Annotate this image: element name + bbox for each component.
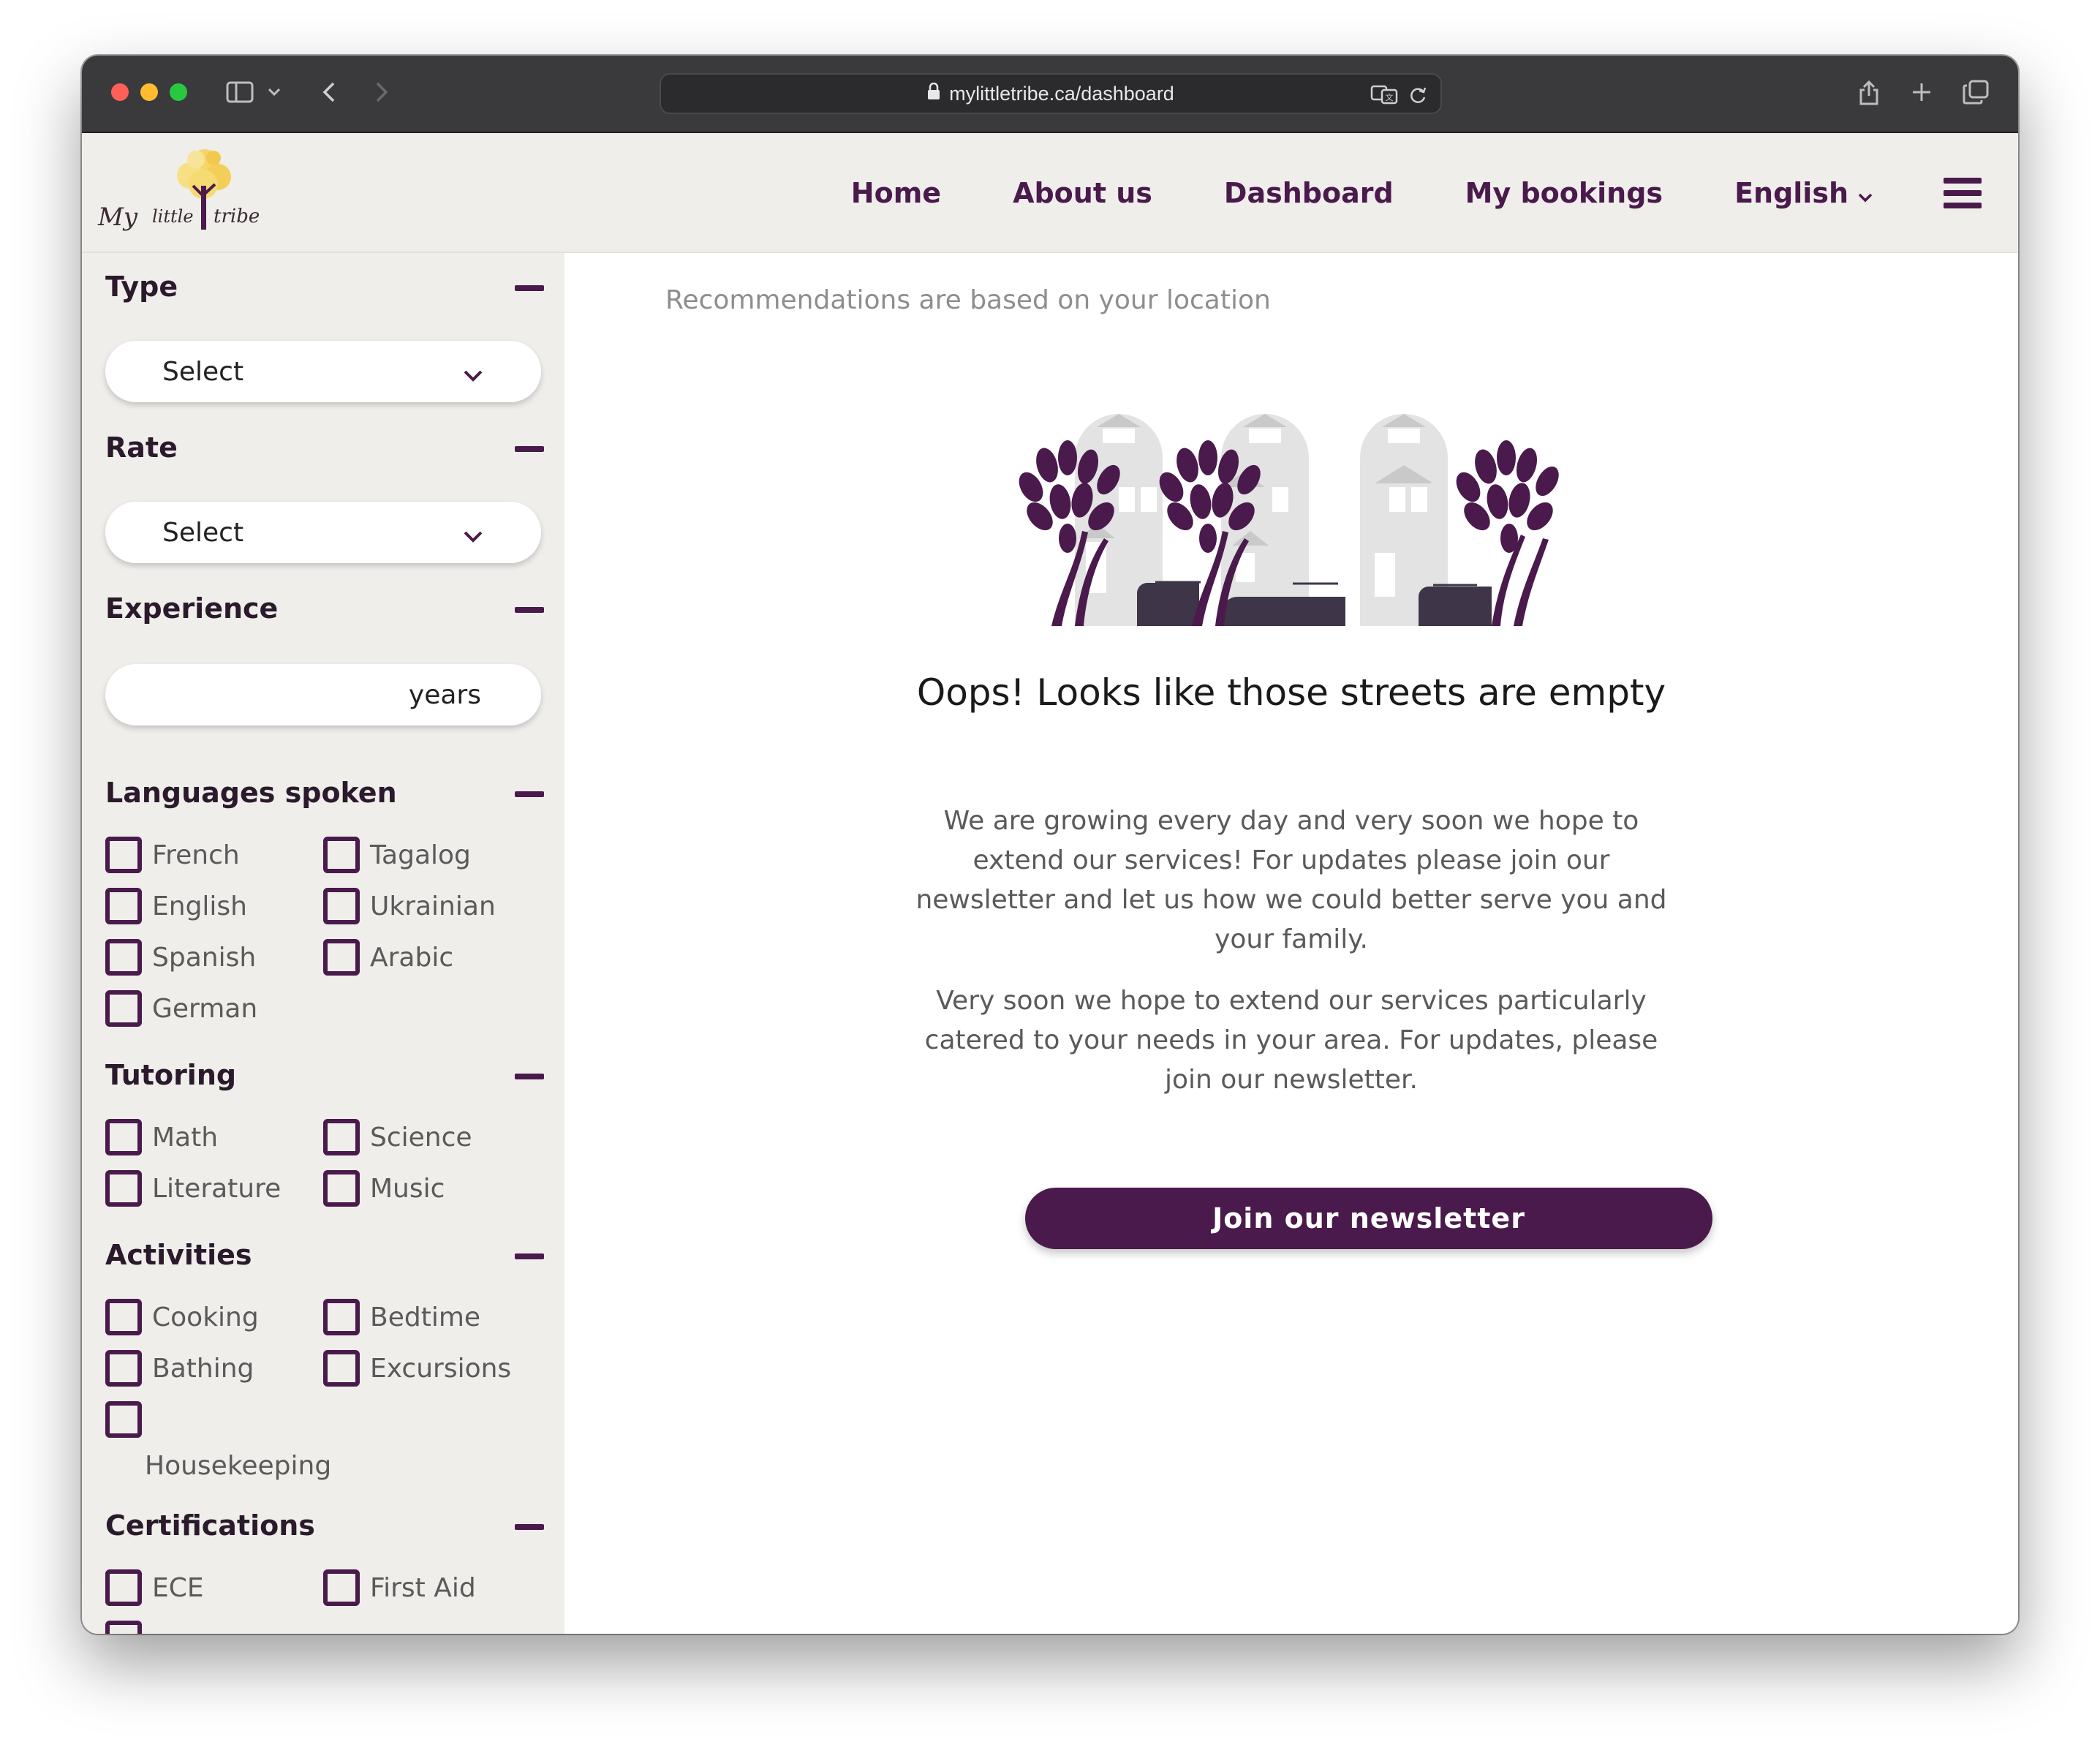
nav-home[interactable]: Home: [851, 177, 941, 209]
svg-text:My: My: [97, 203, 138, 232]
address-bar[interactable]: mylittletribe.ca/dashboard 文: [660, 73, 1442, 114]
plus-icon[interactable]: [1907, 75, 1936, 110]
share-icon[interactable]: [1854, 75, 1884, 110]
type-filter-title: Type: [105, 271, 178, 303]
activities-filter-title: Activities: [105, 1239, 252, 1271]
filter-sidebar: Type Select Rate Select Experience years: [82, 253, 564, 1634]
activities-filter-header[interactable]: Activities: [105, 1239, 544, 1275]
certifications-filter-header[interactable]: Certifications: [105, 1509, 544, 1546]
checkbox-french[interactable]: French: [105, 837, 240, 873]
checkbox-spanish[interactable]: Spanish: [105, 939, 256, 976]
collapse-icon[interactable]: [515, 1253, 544, 1259]
type-filter-header[interactable]: Type: [105, 271, 544, 307]
languages-filter-header[interactable]: Languages spoken: [105, 777, 544, 813]
site-header: My little tribe Home About us Dashboard …: [82, 133, 2018, 253]
browser-window: mylittletribe.ca/dashboard 文 My little t…: [82, 56, 2018, 1634]
collapse-icon[interactable]: [515, 285, 544, 291]
empty-state-paragraph-1: We are growing every day and very soon w…: [915, 806, 1667, 954]
nav-dashboard[interactable]: Dashboard: [1224, 177, 1394, 209]
certifications-filter-title: Certifications: [105, 1509, 315, 1542]
nav-my-bookings[interactable]: My bookings: [1465, 177, 1663, 209]
dashboard-main: Recommendations are based on your locati…: [564, 253, 2018, 1634]
chevron-down-icon[interactable]: [265, 75, 284, 110]
nav-about-us[interactable]: About us: [1013, 177, 1152, 209]
translate-icon[interactable]: 文: [1370, 83, 1398, 110]
experience-years-input[interactable]: years: [105, 664, 541, 725]
checkbox-bathing[interactable]: Bathing: [105, 1350, 254, 1387]
experience-filter-title: Experience: [105, 592, 279, 625]
collapse-icon[interactable]: [515, 607, 544, 613]
checkbox-housekeeping[interactable]: [105, 1401, 142, 1438]
minimize-window-button[interactable]: [140, 83, 158, 101]
reload-icon[interactable]: [1408, 85, 1427, 110]
checkbox-excursions[interactable]: Excursions: [323, 1350, 511, 1387]
main-nav: Home About us Dashboard My bookings Engl…: [779, 133, 2018, 253]
recommendation-note: Recommendations are based on your locati…: [665, 285, 1271, 315]
empty-state-paragraph-2: Very soon we hope to extend our services…: [924, 986, 1658, 1095]
svg-text:tribe: tribe: [214, 206, 260, 227]
site-logo[interactable]: My little tribe: [97, 143, 272, 246]
language-selector[interactable]: English: [1734, 177, 1873, 209]
checkbox-arabic[interactable]: Arabic: [323, 939, 453, 976]
join-newsletter-button[interactable]: Join our newsletter: [1025, 1188, 1712, 1249]
checkbox-math[interactable]: Math: [105, 1119, 218, 1155]
type-select[interactable]: Select: [105, 341, 541, 402]
checkbox-music[interactable]: Music: [323, 1170, 445, 1207]
checkbox-cooking[interactable]: Cooking: [105, 1299, 259, 1335]
checkbox-german[interactable]: German: [105, 990, 257, 1027]
hamburger-icon[interactable]: [1944, 178, 1982, 208]
collapse-icon[interactable]: [515, 791, 544, 797]
checkbox-housekeeping-label: Housekeeping: [145, 1451, 332, 1481]
checkbox-literature[interactable]: Literature: [105, 1170, 281, 1207]
zoom-window-button[interactable]: [170, 83, 187, 101]
checkbox-partial[interactable]: [105, 1621, 142, 1634]
languages-filter-title: Languages spoken: [105, 777, 397, 809]
checkbox-ece[interactable]: ECE: [105, 1569, 204, 1606]
forward-icon[interactable]: [369, 75, 395, 110]
browser-toolbar: mylittletribe.ca/dashboard 文: [82, 56, 2018, 133]
checkbox-first-aid[interactable]: First Aid: [323, 1569, 476, 1606]
chevron-down-icon: [462, 360, 484, 390]
type-select-value: Select: [162, 356, 244, 387]
tutoring-filter-header[interactable]: Tutoring: [105, 1059, 544, 1096]
chevron-down-icon: [462, 521, 484, 551]
checkbox-ukrainian[interactable]: Ukrainian: [323, 888, 496, 924]
svg-text:little: little: [152, 206, 194, 227]
collapse-icon[interactable]: [515, 1074, 544, 1079]
collapse-icon[interactable]: [515, 446, 544, 452]
checkbox-tagalog[interactable]: Tagalog: [323, 837, 471, 873]
chevron-down-icon: [1857, 177, 1873, 209]
collapse-icon[interactable]: [515, 1524, 544, 1530]
rate-select-value: Select: [162, 517, 244, 548]
empty-state-title: Oops! Looks like those streets are empty: [916, 671, 1666, 714]
back-icon[interactable]: [316, 75, 342, 110]
checkbox-english[interactable]: English: [105, 888, 247, 924]
checkbox-bedtime[interactable]: Bedtime: [323, 1299, 480, 1335]
close-window-button[interactable]: [111, 83, 129, 101]
experience-unit: years: [408, 679, 481, 710]
rate-select[interactable]: Select: [105, 502, 541, 563]
rate-filter-header[interactable]: Rate: [105, 431, 544, 468]
tutoring-filter-title: Tutoring: [105, 1059, 237, 1091]
sidebar-icon[interactable]: [224, 75, 256, 110]
experience-filter-header[interactable]: Experience: [105, 592, 544, 629]
tabs-icon[interactable]: [1961, 75, 1990, 110]
url-text: mylittletribe.ca/dashboard: [949, 82, 1174, 105]
svg-text:文: 文: [1386, 92, 1394, 102]
language-label: English: [1734, 177, 1848, 209]
rate-filter-title: Rate: [105, 431, 178, 464]
checkbox-science[interactable]: Science: [323, 1119, 472, 1155]
lock-icon: [927, 82, 940, 105]
empty-streets-illustration: [1009, 414, 1565, 626]
